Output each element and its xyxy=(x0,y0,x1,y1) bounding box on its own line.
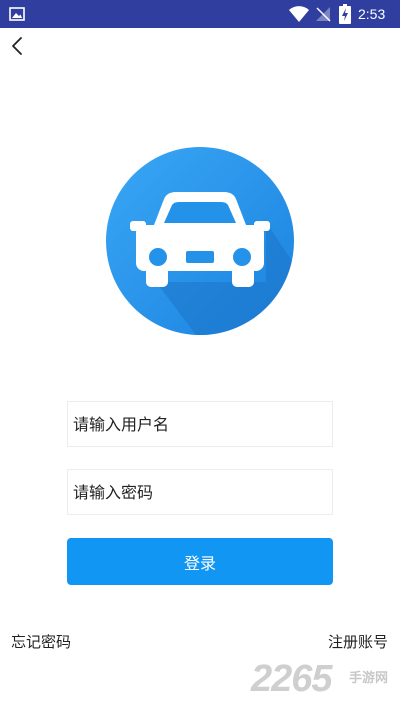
back-button[interactable] xyxy=(6,34,30,58)
gallery-icon xyxy=(9,7,25,21)
chevron-left-icon xyxy=(12,37,22,55)
app-logo xyxy=(106,147,294,335)
password-input[interactable] xyxy=(67,469,333,515)
watermark-number: 2265 xyxy=(251,658,333,700)
status-bar: 2:53 xyxy=(0,0,400,28)
battery-charging-icon xyxy=(339,4,351,24)
status-time: 2:53 xyxy=(358,6,386,22)
signal-off-icon xyxy=(316,7,331,22)
username-input[interactable] xyxy=(67,401,333,447)
watermark-logo: 2265 手游网 xyxy=(249,654,399,710)
watermark-site: 手游网 xyxy=(349,671,389,686)
forgot-password-link[interactable]: 忘记密码 xyxy=(11,631,71,652)
register-link[interactable]: 注册账号 xyxy=(328,631,388,652)
wifi-icon xyxy=(289,6,309,22)
login-button[interactable]: 登录 xyxy=(67,538,333,585)
